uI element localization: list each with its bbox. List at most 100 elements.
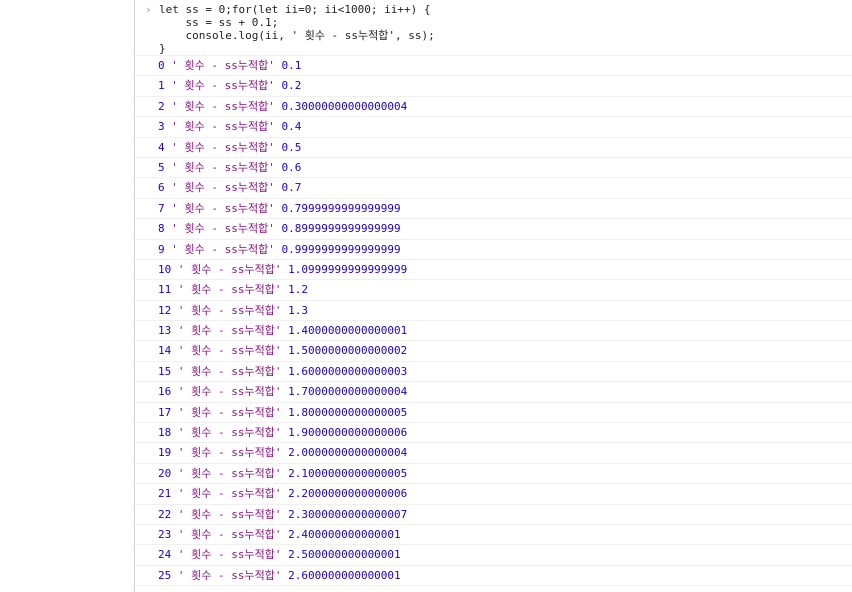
console-log-row: 24 ' 횟수 - ss누적합' 2.500000000000001 <box>135 545 852 566</box>
log-value: 2.500000000000001 <box>288 548 401 562</box>
log-value: 1.0999999999999999 <box>288 262 408 276</box>
log-value: 1.2 <box>288 283 308 297</box>
log-label: ' 횟수 - ss누적합' <box>171 242 275 256</box>
console-log-row: 13 ' 횟수 - ss누적합' 1.4000000000000001 <box>135 321 852 342</box>
code-line: } <box>159 42 166 55</box>
log-label: ' 횟수 - ss누적합' <box>177 426 282 440</box>
log-value: 0.7 <box>281 181 302 195</box>
log-label: ' 횟수 - ss누적합' <box>177 487 282 501</box>
code-line: ss = ss + 0.1; <box>159 16 279 29</box>
log-label: ' 횟수 - ss누적합' <box>177 385 282 399</box>
log-index: 18 <box>158 426 172 440</box>
console-log-row: 22 ' 횟수 - ss누적합' 2.3000000000000007 <box>135 505 852 525</box>
chevron-right-icon: › <box>145 3 152 16</box>
log-value: 1.3 <box>288 303 308 317</box>
log-value: 0.30000000000000004 <box>281 99 408 113</box>
log-index: 5 <box>158 160 165 174</box>
log-index: 23 <box>158 527 172 541</box>
log-label: ' 횟수 - ss누적합' <box>171 99 275 113</box>
log-index: 14 <box>158 344 172 358</box>
console-log-row: 8 ' 횟수 - ss누적합' 0.8999999999999999 <box>135 219 852 240</box>
log-value: 2.400000000000001 <box>288 527 401 541</box>
log-label: ' 횟수 - ss누적합' <box>171 201 275 215</box>
console-log-row: 17 ' 횟수 - ss누적합' 1.8000000000000005 <box>135 403 852 424</box>
log-value: 1.6000000000000003 <box>288 364 408 378</box>
log-label: ' 횟수 - ss누적합' <box>177 303 282 317</box>
console-log-row: 1 ' 횟수 - ss누적합' 0.2 <box>135 76 852 97</box>
console-log-row: 7 ' 횟수 - ss누적합' 0.7999999999999999 <box>135 199 852 220</box>
log-index: 21 <box>158 487 172 501</box>
log-index: 19 <box>158 446 172 460</box>
log-label: ' 횟수 - ss누적합' <box>171 222 275 236</box>
log-value: 0.1 <box>281 59 302 72</box>
console-log-row: 16 ' 횟수 - ss누적합' 1.7000000000000004 <box>135 382 852 403</box>
log-label: ' 횟수 - ss누적합' <box>177 568 282 582</box>
log-value: 0.5 <box>281 140 302 154</box>
log-value: 0.4 <box>281 120 302 134</box>
log-value: 1.9000000000000006 <box>288 426 408 440</box>
log-value: 1.4000000000000001 <box>288 324 408 338</box>
log-index: 2 <box>158 99 165 113</box>
console-log-row: 19 ' 횟수 - ss누적합' 2.0000000000000004 <box>135 443 852 464</box>
log-value: 2.2000000000000006 <box>288 487 408 501</box>
console-log-row: 21 ' 횟수 - ss누적합' 2.2000000000000006 <box>135 484 852 505</box>
log-index: 9 <box>158 242 165 256</box>
console-log-row: 11 ' 횟수 - ss누적합' 1.2 <box>135 280 852 301</box>
log-value: 2.1000000000000005 <box>288 466 408 480</box>
console-log-row: 23 ' 횟수 - ss누적합' 2.400000000000001 <box>135 525 852 546</box>
log-label: ' 횟수 - ss누적합' <box>171 181 275 195</box>
log-label: ' 횟수 - ss누적합' <box>177 324 282 338</box>
console-log-row: 0 ' 횟수 - ss누적합' 0.1 <box>135 56 852 77</box>
log-label: ' 횟수 - ss누적합' <box>177 466 282 480</box>
log-index: 20 <box>158 466 172 480</box>
log-index: 25 <box>158 568 172 582</box>
log-index: 10 <box>158 262 172 276</box>
log-value: 1.7000000000000004 <box>288 385 408 399</box>
log-label: ' 횟수 - ss누적합' <box>177 344 282 358</box>
log-label: ' 횟수 - ss누적합' <box>177 548 282 562</box>
log-label: ' 횟수 - ss누적합' <box>177 283 282 297</box>
console-panel[interactable]: › let ss = 0;for(let ii=0; ii<1000; ii++… <box>135 0 852 592</box>
log-value: 0.6 <box>281 160 302 174</box>
log-value: 2.0000000000000004 <box>288 446 408 460</box>
log-index: 16 <box>158 385 172 399</box>
log-index: 1 <box>158 79 165 93</box>
log-value: 1.8000000000000005 <box>288 405 408 419</box>
log-index: 13 <box>158 324 172 338</box>
log-index: 0 <box>158 59 165 72</box>
log-label: ' 횟수 - ss누적합' <box>177 262 282 276</box>
log-index: 4 <box>158 140 165 154</box>
log-label: ' 횟수 - ss누적합' <box>171 160 275 174</box>
console-log-row: 9 ' 횟수 - ss누적합' 0.9999999999999999 <box>135 240 852 260</box>
log-value: 0.7999999999999999 <box>281 201 401 215</box>
console-log-row: 14 ' 횟수 - ss누적합' 1.5000000000000002 <box>135 341 852 362</box>
console-input-entry[interactable]: › let ss = 0;for(let ii=0; ii<1000; ii++… <box>135 0 852 56</box>
log-index: 6 <box>158 181 165 195</box>
log-index: 8 <box>158 222 165 236</box>
console-log-row: 25 ' 횟수 - ss누적합' 2.600000000000001 <box>135 566 852 587</box>
log-value: 0.2 <box>281 79 302 93</box>
log-value: 2.3000000000000007 <box>288 507 408 521</box>
log-label: ' 횟수 - ss누적합' <box>171 59 275 72</box>
console-log-list: 0 ' 횟수 - ss누적합' 0.1 1 ' 횟수 - ss누적합' 0.2 2 … <box>135 56 852 587</box>
log-label: ' 횟수 - ss누적합' <box>177 507 282 521</box>
log-label: ' 횟수 - ss누적합' <box>177 446 282 460</box>
log-index: 22 <box>158 507 172 521</box>
console-log-row: 15 ' 횟수 - ss누적합' 1.6000000000000003 <box>135 362 852 383</box>
code-line: console.log(ii, ' 횟수 - ss누적합', ss); <box>159 29 435 42</box>
log-index: 17 <box>158 405 172 419</box>
log-label: ' 횟수 - ss누적합' <box>177 405 282 419</box>
log-index: 11 <box>158 283 172 297</box>
log-value: 2.600000000000001 <box>288 568 401 582</box>
log-label: ' 횟수 - ss누적합' <box>177 527 282 541</box>
console-log-row: 5 ' 횟수 - ss누적합' 0.6 <box>135 158 852 179</box>
log-value: 1.5000000000000002 <box>288 344 408 358</box>
log-label: ' 횟수 - ss누적합' <box>177 364 282 378</box>
console-log-row: 2 ' 횟수 - ss누적합' 0.30000000000000004 <box>135 97 852 118</box>
log-index: 15 <box>158 364 172 378</box>
console-log-row: 12 ' 횟수 - ss누적합' 1.3 <box>135 301 852 322</box>
log-index: 24 <box>158 548 172 562</box>
console-log-row: 18 ' 횟수 - ss누적합' 1.9000000000000006 <box>135 423 852 444</box>
left-panel <box>0 0 135 592</box>
log-index: 7 <box>158 201 165 215</box>
